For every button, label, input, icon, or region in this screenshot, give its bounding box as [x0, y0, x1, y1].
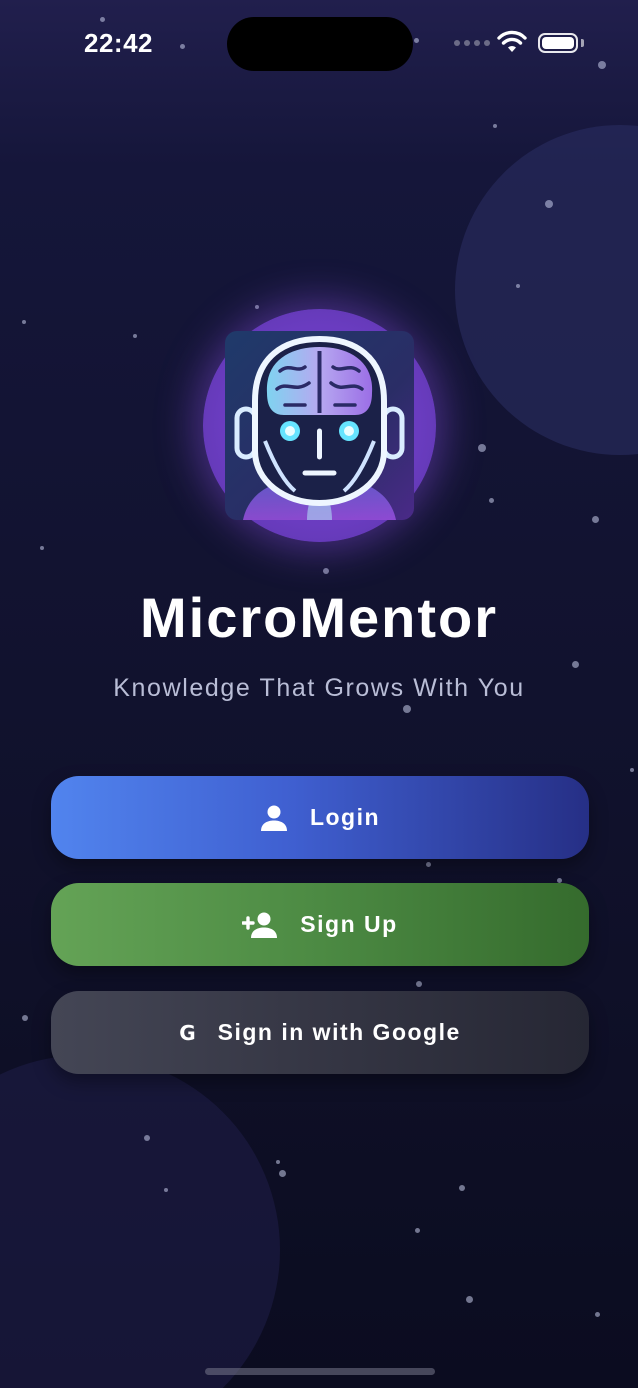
- signal-icon: [454, 40, 490, 46]
- star: [133, 334, 137, 338]
- robot-brain-logo-icon: [225, 331, 414, 520]
- star: [40, 546, 44, 550]
- star: [630, 768, 634, 772]
- app-title: MicroMentor: [140, 586, 498, 649]
- star: [22, 1015, 28, 1021]
- wifi-icon: [497, 30, 527, 52]
- star: [323, 568, 329, 574]
- person-icon: [260, 805, 288, 831]
- login-button[interactable]: Login: [51, 776, 589, 859]
- star: [144, 1135, 150, 1141]
- status-bar: 22:42: [0, 0, 638, 90]
- star: [255, 305, 259, 309]
- app-tagline: Knowledge That Grows With You: [113, 674, 525, 702]
- star: [545, 200, 553, 208]
- signup-button[interactable]: Sign Up: [51, 883, 589, 966]
- home-indicator[interactable]: [205, 1368, 435, 1375]
- star: [426, 862, 431, 867]
- decorative-circle-bottom: [0, 1055, 280, 1388]
- star: [164, 1188, 168, 1192]
- star: [595, 1312, 600, 1317]
- star: [478, 444, 486, 452]
- google-g-icon: G: [179, 1020, 196, 1045]
- google-signin-button[interactable]: G Sign in with Google: [51, 991, 589, 1074]
- signup-button-label: Sign Up: [300, 911, 398, 937]
- star: [459, 1185, 465, 1191]
- google-button-label: Sign in with Google: [217, 1019, 461, 1045]
- star: [466, 1296, 473, 1303]
- login-button-label: Login: [309, 804, 381, 830]
- star: [279, 1170, 286, 1177]
- star: [276, 1160, 280, 1164]
- star: [416, 981, 422, 987]
- decorative-circle-top: [455, 125, 638, 455]
- person-add-icon: [242, 912, 278, 938]
- login-screen: 22:42 MicroMentor Knowledge That Grows W…: [0, 0, 638, 1388]
- star: [493, 124, 497, 128]
- app-logo: [203, 309, 436, 542]
- dynamic-island: [227, 17, 413, 71]
- star: [403, 705, 411, 713]
- star: [572, 661, 579, 668]
- star: [489, 498, 494, 503]
- status-time: 22:42: [84, 28, 153, 58]
- battery-cap: [581, 39, 584, 47]
- star: [22, 320, 26, 324]
- star: [415, 1228, 420, 1233]
- star: [516, 284, 520, 288]
- star: [592, 516, 599, 523]
- battery-icon: [538, 33, 578, 53]
